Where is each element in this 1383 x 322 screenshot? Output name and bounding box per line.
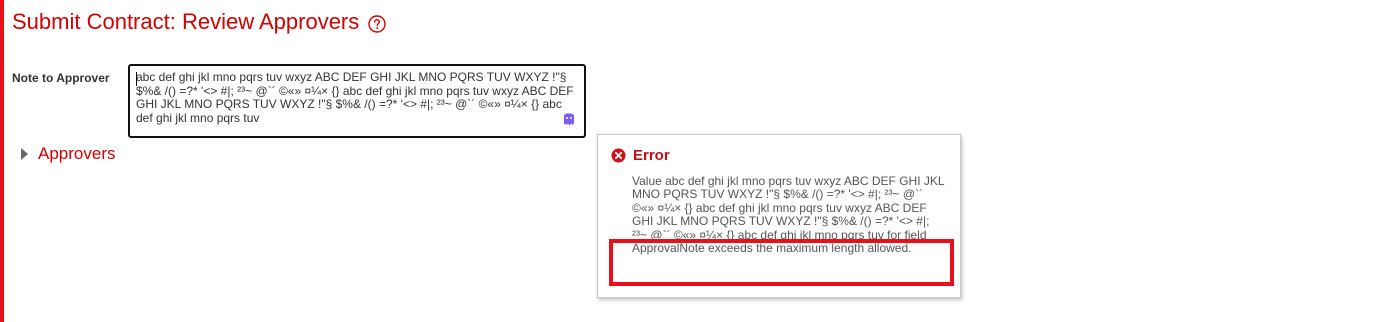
caret-right-icon [21,148,28,160]
question-circle-icon[interactable] [368,14,386,33]
approvers-section-label: Approvers [38,144,116,163]
highlight-annotation-box [609,239,954,286]
grammar-assistant-icon[interactable] [562,113,576,127]
error-header: Error [611,147,670,164]
error-title: Error [633,147,670,164]
note-to-approver-input[interactable]: abc def ghi jkl mno pqrs tuv wxyz ABC DE… [128,64,586,138]
note-to-approver-label: Note to Approver [12,71,110,85]
error-circle-x-icon [611,148,626,163]
page-title: Submit Contract: Review Approvers [12,9,360,34]
approvers-section-toggle[interactable]: Approvers [21,144,115,164]
page: Submit Contract: Review Approvers Note t… [0,0,1383,322]
header: Submit Contract: Review Approvers [12,7,386,37]
left-accent-bar [0,0,4,322]
